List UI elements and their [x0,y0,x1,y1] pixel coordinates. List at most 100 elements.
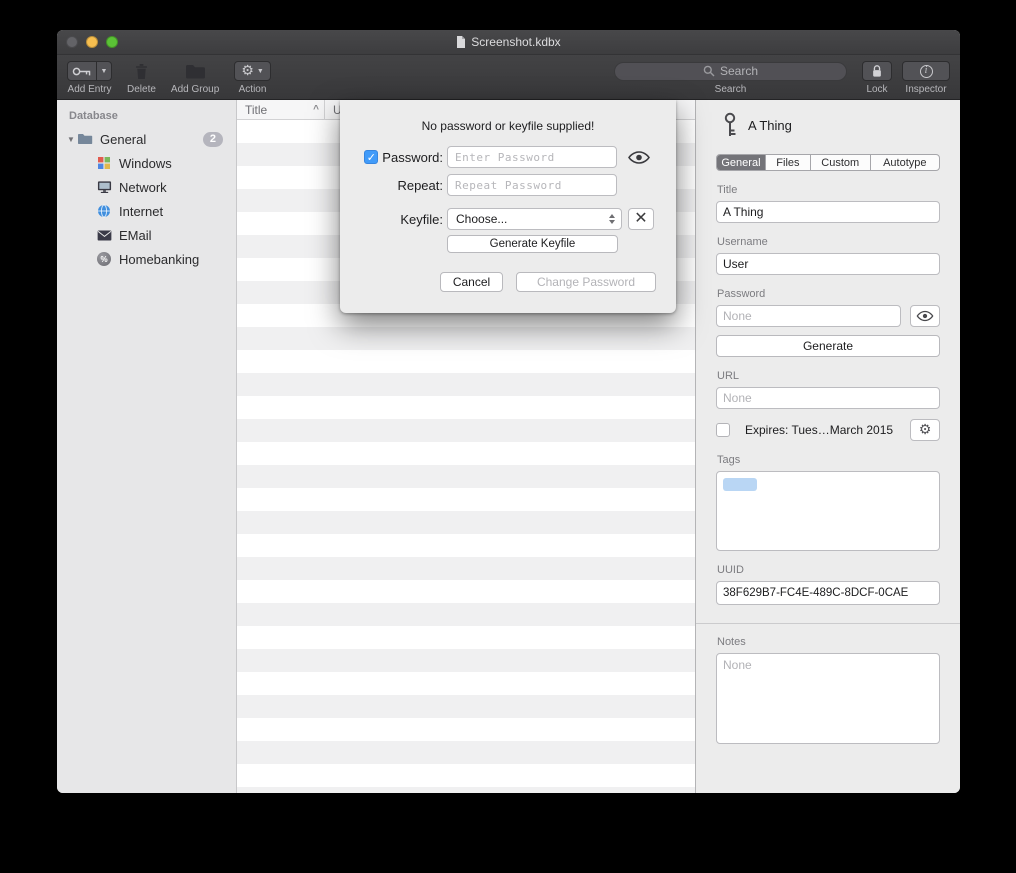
trash-icon [134,63,149,80]
tags-label: Tags [717,454,939,466]
info-icon: i [920,65,933,78]
title-field[interactable]: A Thing [716,201,940,223]
minimize-button[interactable] [86,36,98,48]
tag-chip[interactable] [723,478,757,491]
window-title-area: Screenshot.kdbx [57,35,960,49]
title-label: Title [717,184,939,196]
lock-button[interactable]: Lock [862,60,892,95]
change-password-dialog: No password or keyfile supplied! ✓ Passw… [340,100,676,313]
lock-label: Lock [866,84,887,95]
divider [696,623,960,624]
search-icon [703,65,715,77]
group-label: General [100,132,146,147]
sidebar-item-windows[interactable]: Windows [57,151,236,175]
delete-label: Delete [127,84,156,95]
eye-icon [627,150,651,165]
expires-settings-button[interactable]: ⚙ [910,419,940,441]
folder-plus-icon [185,64,205,79]
change-password-button[interactable]: Change Password [516,272,656,292]
disclosure-triangle-icon[interactable]: ▼ [65,135,77,144]
close-button[interactable] [66,36,78,48]
action-dropdown-arrow-icon: ▼ [257,68,264,75]
traffic-lights [66,36,118,48]
group-label: EMail [119,228,152,243]
delete-button[interactable]: Delete [127,60,156,95]
expires-checkbox[interactable] [716,423,730,437]
sidebar-item-email[interactable]: EMail [57,223,236,247]
sidebar-item-homebanking[interactable]: % Homebanking [57,247,236,271]
add-entry-button[interactable]: ▼ Add Entry [67,60,112,95]
add-group-button[interactable]: Add Group [171,60,219,95]
group-label: Windows [119,156,172,171]
search-placeholder: Search [720,64,758,78]
sidebar-item-internet[interactable]: Internet [57,199,236,223]
entry-header: A Thing [723,112,940,138]
app-window: Screenshot.kdbx ▼ Add Entry Delete Add G… [57,30,960,793]
search-input[interactable]: Search [614,62,847,81]
percent-coin-icon: % [96,251,112,267]
entry-count-badge: 2 [203,132,223,147]
sort-ascending-icon: ^ [313,104,319,115]
sidebar-item-network[interactable]: Network [57,175,236,199]
key-icon[interactable] [67,61,97,81]
tags-field[interactable] [716,471,940,551]
inspector-tabs: General Files Custom Autotype [716,154,940,171]
group-label: Internet [119,204,163,219]
show-password-button[interactable] [627,150,651,165]
sidebar-section-header: Database [57,100,236,127]
url-label: URL [717,370,939,382]
add-group-label: Add Group [171,84,219,95]
action-label: Action [239,84,267,95]
keyfile-select[interactable]: Choose... [447,208,622,230]
select-stepper-icon [609,214,617,224]
repeat-password-field[interactable]: Repeat Password [447,174,617,196]
notes-label: Notes [717,636,939,648]
tab-custom[interactable]: Custom [811,155,871,170]
column-header-title[interactable]: Title ^ [237,100,325,119]
keyfile-label: Keyfile: [400,212,443,227]
username-label: Username [717,236,939,248]
username-field[interactable]: User [716,253,940,275]
search-item: Search Search [614,60,847,95]
notes-field[interactable]: None [716,653,940,744]
sidebar-item-general[interactable]: ▼ General 2 [57,127,236,151]
toolbar: ▼ Add Entry Delete Add Group ⚙ ▼ Action [57,55,960,100]
globe-icon [96,203,112,219]
search-label: Search [715,84,747,95]
password-label: Password [717,288,939,300]
show-password-button[interactable] [910,305,940,327]
eye-icon [916,310,934,322]
tab-files[interactable]: Files [766,155,811,170]
group-label: Homebanking [119,252,199,267]
entry-title: A Thing [748,118,792,133]
password-checkbox[interactable]: ✓ [364,150,378,164]
password-field[interactable]: None [716,305,901,327]
document-icon [456,36,466,48]
dialog-message: No password or keyfile supplied! [340,100,676,133]
inspector-panel: A Thing General Files Custom Autotype Ti… [695,100,960,793]
url-field[interactable]: None [716,387,940,409]
action-button[interactable]: ⚙ ▼ Action [234,60,271,95]
enter-password-field[interactable]: Enter Password [447,146,617,168]
titlebar[interactable]: Screenshot.kdbx [57,30,960,55]
uuid-label: UUID [717,564,939,576]
envelope-icon [96,227,112,243]
repeat-label: Repeat: [397,178,443,193]
tab-general[interactable]: General [717,155,766,170]
clear-keyfile-button[interactable]: ✕ [628,208,654,230]
add-entry-label: Add Entry [68,84,112,95]
tab-autotype[interactable]: Autotype [871,155,939,170]
uuid-field[interactable]: 38F629B7-FC4E-489C-8DCF-0CAE [716,581,940,605]
lock-icon [871,64,883,78]
generate-password-button[interactable]: Generate [716,335,940,357]
sidebar: Database ▼ General 2 Windows Network [57,100,237,793]
gear-icon: ⚙ [919,423,932,437]
gear-icon: ⚙ [241,64,254,78]
folder-icon [77,131,93,147]
zoom-button[interactable] [106,36,118,48]
cancel-button[interactable]: Cancel [440,272,503,292]
monitor-icon [96,179,112,195]
generate-keyfile-button[interactable]: Generate Keyfile [447,235,618,253]
inspector-button[interactable]: i Inspector [902,60,950,95]
add-entry-dropdown-arrow-icon[interactable]: ▼ [97,61,112,81]
